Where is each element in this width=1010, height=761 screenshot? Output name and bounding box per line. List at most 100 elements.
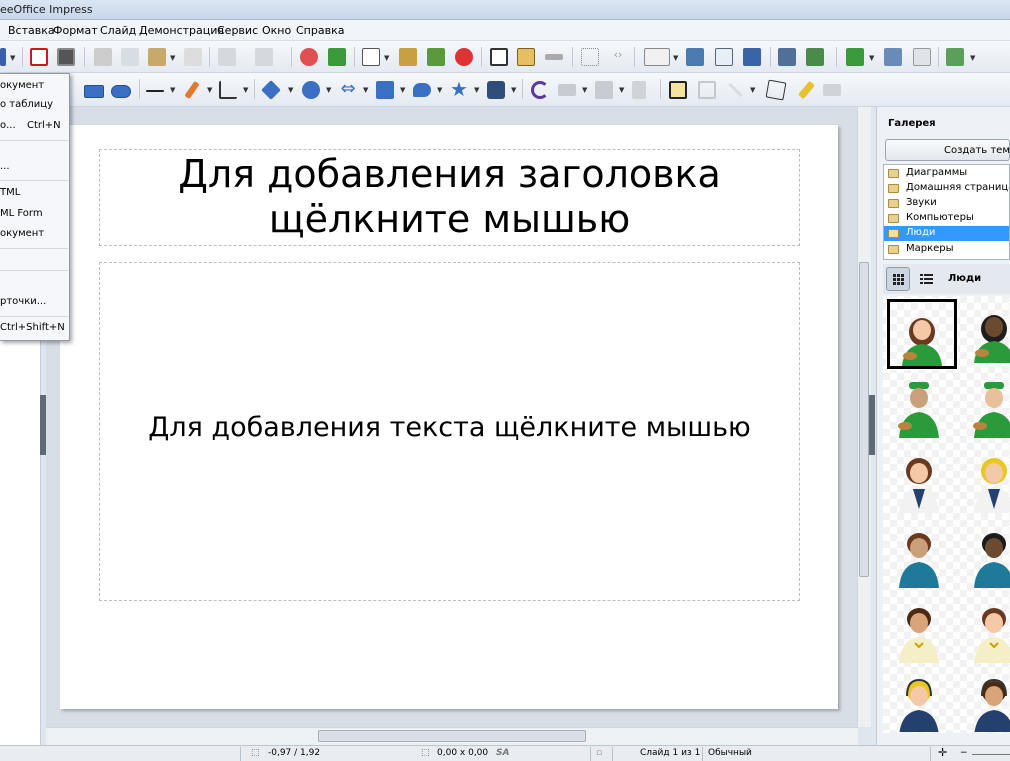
- gallery-item-person[interactable]: [962, 374, 1010, 444]
- chevron-down-icon[interactable]: ▼: [582, 86, 587, 94]
- export-pdf-icon[interactable]: [30, 48, 48, 66]
- chevron-down-icon[interactable]: ▼: [673, 54, 678, 62]
- gallery-item-person[interactable]: [886, 298, 958, 370]
- rectangle-icon[interactable]: [84, 85, 104, 98]
- gallery-collapse-handle[interactable]: [869, 395, 875, 455]
- menu-item-master-document[interactable]: окумент: [0, 228, 44, 239]
- gallery-theme-list[interactable]: Диаграммы Домашняя страница Звуки Компью…: [883, 164, 1010, 260]
- gallery-item-person[interactable]: [887, 672, 957, 736]
- gallery-theme-item[interactable]: Маркеры: [884, 242, 1009, 257]
- distribute-icon[interactable]: [632, 81, 646, 99]
- chevron-down-icon[interactable]: ▼: [869, 54, 874, 62]
- shadow-icon[interactable]: [669, 81, 687, 99]
- crop-icon[interactable]: [698, 81, 716, 99]
- horizontal-scroll-thumb[interactable]: [318, 730, 586, 742]
- gallery-item-person[interactable]: [962, 672, 1010, 736]
- menu-format[interactable]: Формат: [53, 24, 98, 37]
- menu-item-presentation[interactable]: о...: [0, 120, 16, 131]
- menu-item-html[interactable]: TML: [0, 187, 20, 198]
- menu-item-business-cards[interactable]: рточки...: [0, 296, 46, 307]
- print-icon[interactable]: [57, 48, 75, 66]
- callout-icon[interactable]: [413, 83, 431, 97]
- fontwork-icon[interactable]: [517, 48, 535, 66]
- zoom-slider[interactable]: [972, 754, 1010, 755]
- text-box-icon[interactable]: [490, 48, 508, 66]
- points-icon[interactable]: [765, 79, 787, 101]
- chevron-down-icon[interactable]: ▼: [326, 86, 331, 94]
- menu-window[interactable]: Окно: [262, 24, 291, 37]
- glue-points-icon[interactable]: [798, 80, 815, 100]
- zoom-fit-icon[interactable]: ✛: [938, 746, 947, 759]
- chevron-down-icon[interactable]: ▼: [619, 86, 624, 94]
- star-icon[interactable]: ★: [450, 79, 468, 99]
- chart-icon[interactable]: [427, 48, 445, 66]
- zoom-out-icon[interactable]: −: [960, 748, 968, 758]
- arrow-line-icon[interactable]: [146, 90, 164, 92]
- hyperlink-icon[interactable]: [545, 54, 563, 60]
- gallery-theme-item[interactable]: Компьютеры: [884, 211, 1009, 226]
- chevron-down-icon[interactable]: ▼: [474, 86, 479, 94]
- smiley-shape-icon[interactable]: [302, 81, 320, 99]
- chevron-down-icon[interactable]: ▼: [511, 86, 516, 94]
- gallery-item-person[interactable]: [962, 299, 1010, 369]
- undo-icon[interactable]: [218, 48, 236, 66]
- gallery-item-person[interactable]: [962, 449, 1010, 519]
- notes-view-icon[interactable]: [743, 48, 761, 66]
- chevron-down-icon[interactable]: ▼: [170, 54, 175, 62]
- gallery-item-person[interactable]: [887, 374, 957, 444]
- chevron-down-icon[interactable]: ▼: [288, 86, 293, 94]
- find-replace-icon[interactable]: [300, 48, 318, 66]
- chevron-down-icon[interactable]: ▼: [363, 86, 368, 94]
- chevron-down-icon[interactable]: ▼: [970, 54, 975, 62]
- flowchart-icon[interactable]: [376, 81, 394, 99]
- clone-format-icon[interactable]: [184, 48, 202, 66]
- slide-layout-icon[interactable]: [644, 48, 670, 66]
- chevron-down-icon[interactable]: ▼: [207, 86, 212, 94]
- arrange-icon[interactable]: [595, 81, 613, 99]
- presenter-icon[interactable]: [806, 48, 824, 66]
- display-views-icon[interactable]: [686, 48, 704, 66]
- slide-show-icon[interactable]: [778, 48, 796, 66]
- menu-slide[interactable]: Слайд: [100, 24, 136, 37]
- chevron-down-icon[interactable]: ▼: [10, 54, 15, 62]
- chevron-down-icon[interactable]: ▼: [384, 54, 389, 62]
- chevron-down-icon[interactable]: ▼: [400, 86, 405, 94]
- 3d-object-icon[interactable]: [487, 81, 505, 99]
- gallery-theme-item[interactable]: Домашняя страница: [884, 181, 1009, 196]
- grid-icon[interactable]: [581, 48, 599, 66]
- chevron-down-icon[interactable]: ▼: [437, 86, 442, 94]
- copy-icon[interactable]: [121, 48, 139, 66]
- chevron-down-icon[interactable]: ▼: [243, 86, 248, 94]
- master-slide-icon[interactable]: [946, 48, 964, 66]
- new-document-icon[interactable]: [0, 48, 6, 66]
- connector-icon[interactable]: [219, 81, 237, 99]
- gallery-item-person[interactable]: [962, 524, 1010, 594]
- icon-view-button[interactable]: [886, 267, 910, 291]
- extrusion-icon[interactable]: [823, 84, 841, 96]
- chart-pie-icon[interactable]: [455, 48, 473, 66]
- image-icon[interactable]: [399, 48, 417, 66]
- gallery-item-person[interactable]: [887, 599, 957, 669]
- ellipse-icon[interactable]: [111, 85, 131, 98]
- chevron-down-icon[interactable]: ▼: [170, 86, 175, 94]
- gallery-item-person[interactable]: [887, 524, 957, 594]
- menu-item-drawing[interactable]: ...: [0, 161, 10, 172]
- menu-slideshow[interactable]: Демонстрация: [139, 24, 224, 37]
- menu-item-spreadsheet[interactable]: о таблицу: [0, 99, 53, 110]
- menu-item-document[interactable]: окумент: [0, 80, 44, 91]
- chevron-down-icon[interactable]: ▼: [750, 86, 755, 94]
- body-placeholder[interactable]: Для добавления текста щёлкните мышью: [99, 262, 800, 601]
- menu-tools[interactable]: Сервис: [217, 24, 258, 37]
- menu-item-xml-form[interactable]: ML Form: [0, 208, 43, 219]
- menu-item-templates-shortcut[interactable]: Ctrl+Shift+N: [0, 322, 65, 333]
- navigator-icon[interactable]: ‹›: [609, 48, 627, 66]
- title-placeholder[interactable]: Для добавления заголовка щёлкните мышью: [99, 149, 800, 246]
- align-icon[interactable]: [558, 84, 576, 96]
- menu-help[interactable]: Справка: [296, 24, 344, 37]
- redo-icon[interactable]: [255, 48, 273, 66]
- spellcheck-icon[interactable]: [328, 48, 346, 66]
- gallery-item-person[interactable]: [887, 449, 957, 519]
- gallery-theme-item-selected[interactable]: Люди: [884, 226, 1009, 241]
- delete-slide-icon[interactable]: [913, 48, 931, 66]
- detail-view-button[interactable]: [914, 267, 938, 291]
